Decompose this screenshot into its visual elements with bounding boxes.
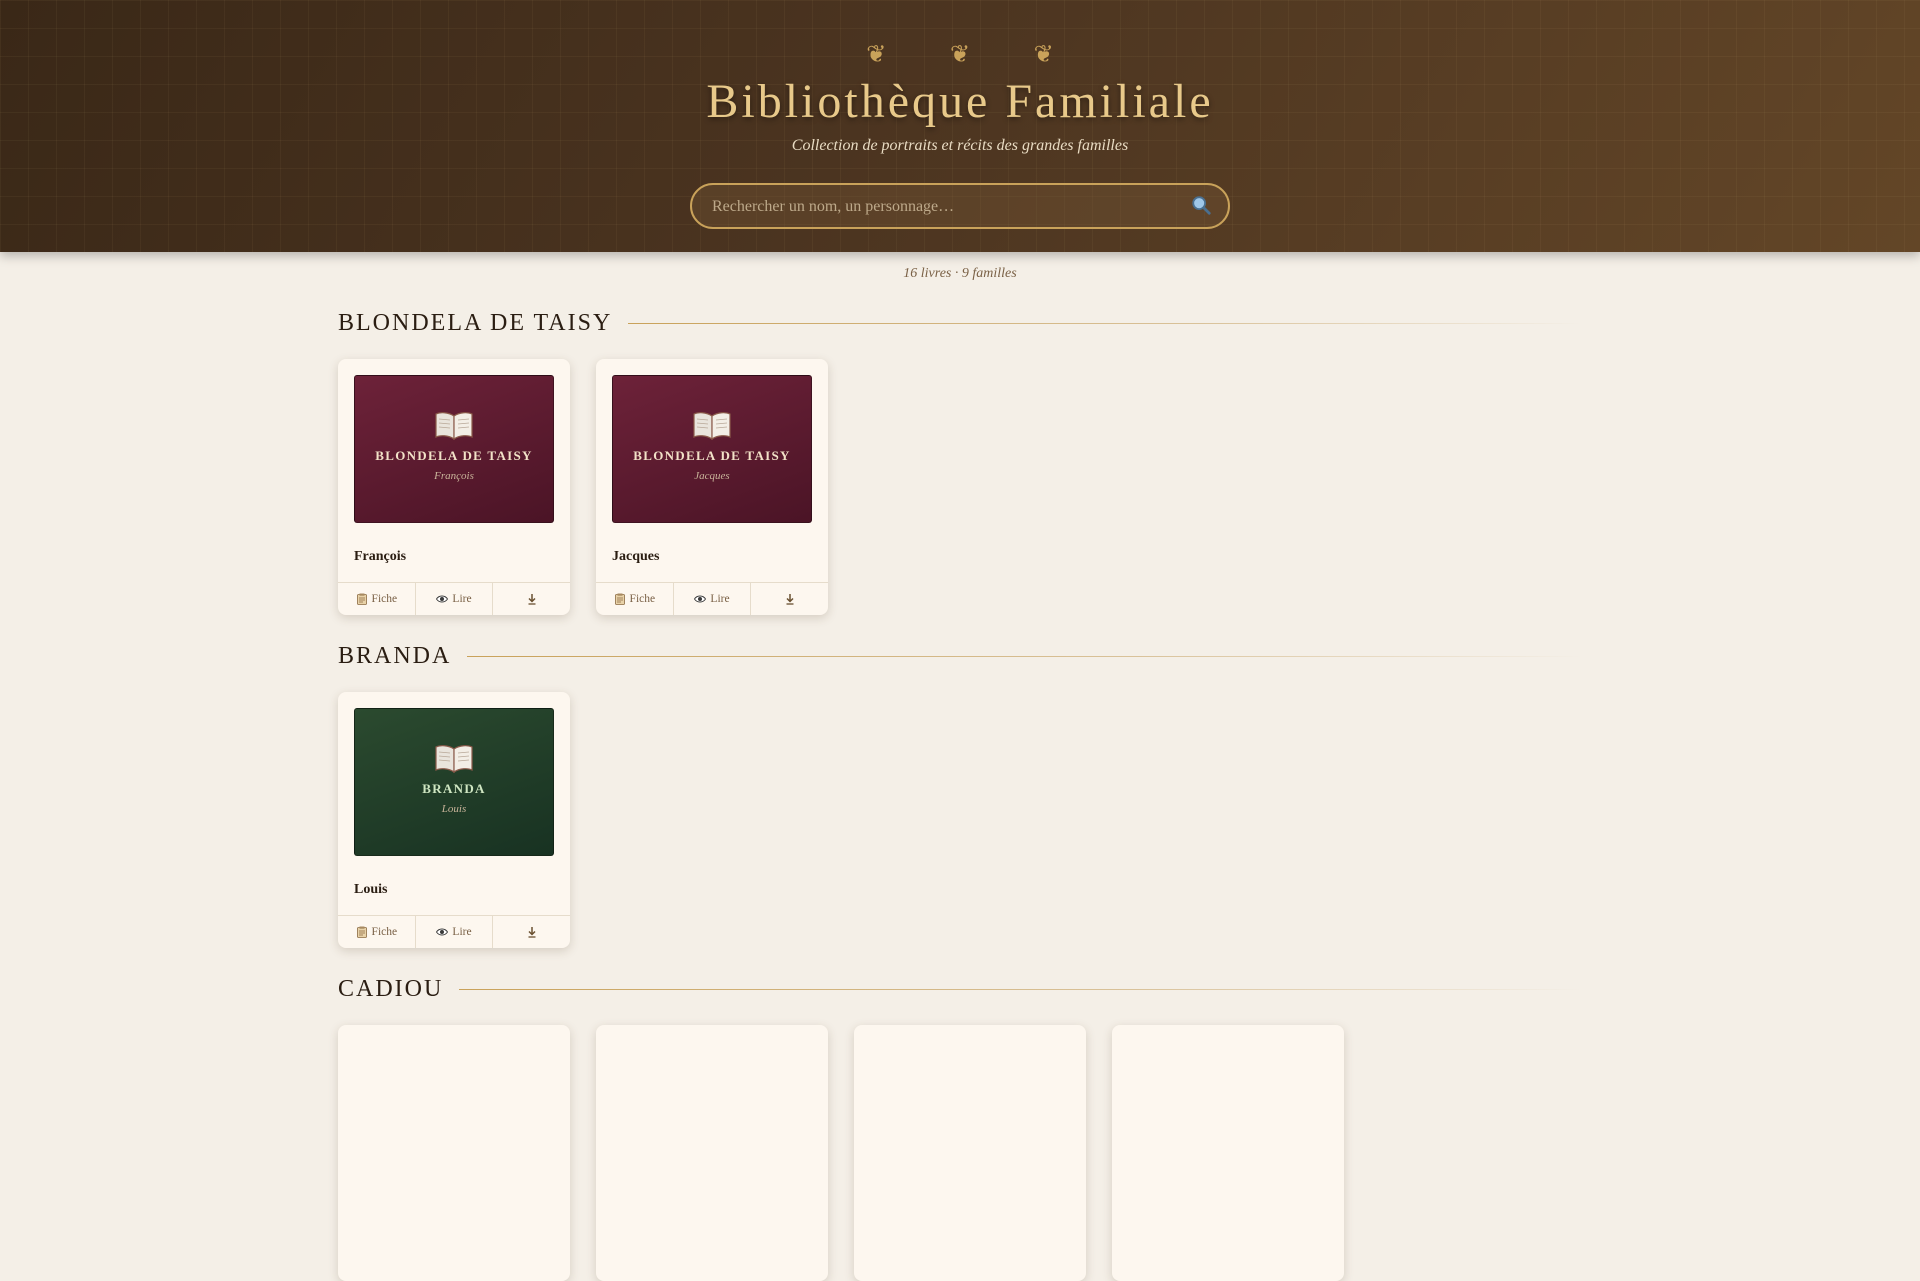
lire-button[interactable]: Lire (674, 583, 752, 615)
lire-button[interactable]: Lire (416, 583, 494, 615)
cover-subtitle: Jacques (694, 470, 730, 482)
family-list: BLONDELA DE TAISY BLONDELA DE TAISY Fran… (338, 310, 1582, 1281)
lire-label: Lire (452, 926, 472, 938)
download-button[interactable] (493, 916, 570, 948)
open-book-icon (434, 410, 474, 441)
book-card[interactable]: BLONDELA DE TAISY François François Fich… (338, 359, 570, 615)
family-name: BRANDA (338, 643, 452, 669)
book-grid: BRANDA Louis Louis Fiche Lire (338, 692, 1582, 948)
download-icon (528, 594, 536, 605)
site-subtitle: Collection de portraits et récits des gr… (791, 137, 1129, 154)
book-cover[interactable]: BLONDELA DE TAISY François (354, 375, 554, 523)
eye-icon (694, 595, 707, 603)
card-actions: Fiche Lire (338, 915, 570, 948)
lire-button[interactable]: Lire (416, 916, 494, 948)
library-stats: 16 livres · 9 familles (903, 266, 1017, 281)
eye-icon (436, 595, 449, 603)
family-divider (459, 989, 1582, 990)
cover-title: BRANDA (422, 781, 486, 796)
open-book-icon (692, 410, 732, 441)
clipboard-icon (614, 593, 625, 605)
site-header: ❦ ❦ ❦ Bibliothèque Familiale Collection … (0, 0, 1920, 252)
cover-subtitle: François (434, 470, 474, 482)
book-cover[interactable]: BRANDA Louis (354, 708, 554, 856)
family-section: BRANDA BRANDA Louis Louis Fiche Lire (338, 643, 1582, 948)
lire-label: Lire (710, 593, 730, 605)
card-actions: Fiche Lire (338, 582, 570, 615)
site-title: Bibliothèque Familiale (706, 75, 1214, 128)
fiche-label: Fiche (629, 593, 656, 605)
cover-subtitle: Louis (441, 803, 467, 815)
book-title: Jacques (612, 549, 660, 564)
book-cover[interactable]: BLONDELA DE TAISY Jacques (612, 375, 812, 523)
eye-icon (436, 928, 449, 936)
family-header: BRANDA (338, 643, 1582, 670)
fiche-label: Fiche (371, 593, 398, 605)
search-bar (690, 183, 1230, 229)
family-divider (467, 656, 1582, 657)
book-grid: BLONDELA DE TAISY François François Fich… (338, 359, 1582, 615)
family-header: CADIOU (338, 976, 1582, 1003)
lire-label: Lire (452, 593, 472, 605)
download-icon (786, 594, 794, 605)
search-icon[interactable] (1190, 194, 1212, 216)
book-card[interactable]: BLONDELA DE TAISY Jacques Jacques Fiche … (596, 359, 828, 615)
download-icon (528, 927, 536, 938)
book-card[interactable] (338, 1025, 570, 1281)
clipboard-icon (356, 593, 367, 605)
ornaments: ❦ ❦ ❦ (866, 40, 1082, 68)
book-title: François (354, 549, 407, 564)
family-name: CADIOU (338, 976, 444, 1002)
family-header: BLONDELA DE TAISY (338, 310, 1582, 337)
family-section: CADIOU (338, 976, 1582, 1281)
fiche-button[interactable]: Fiche (338, 583, 416, 615)
cover-title: BLONDELA DE TAISY (375, 448, 533, 463)
book-title: Louis (354, 882, 388, 897)
download-button[interactable] (751, 583, 828, 615)
cover-title: BLONDELA DE TAISY (633, 448, 791, 463)
fiche-label: Fiche (371, 926, 398, 938)
clipboard-icon (356, 926, 367, 938)
search-input[interactable] (710, 185, 1184, 229)
download-button[interactable] (493, 583, 570, 615)
fiche-button[interactable]: Fiche (338, 916, 416, 948)
book-grid (338, 1025, 1582, 1281)
fiche-button[interactable]: Fiche (596, 583, 674, 615)
open-book-icon (434, 743, 474, 774)
book-card[interactable] (1112, 1025, 1344, 1281)
family-divider (628, 323, 1582, 324)
family-name: BLONDELA DE TAISY (338, 310, 613, 336)
book-card[interactable] (854, 1025, 1086, 1281)
card-actions: Fiche Lire (596, 582, 828, 615)
book-card[interactable] (596, 1025, 828, 1281)
book-card[interactable]: BRANDA Louis Louis Fiche Lire (338, 692, 570, 948)
family-section: BLONDELA DE TAISY BLONDELA DE TAISY Fran… (338, 310, 1582, 615)
